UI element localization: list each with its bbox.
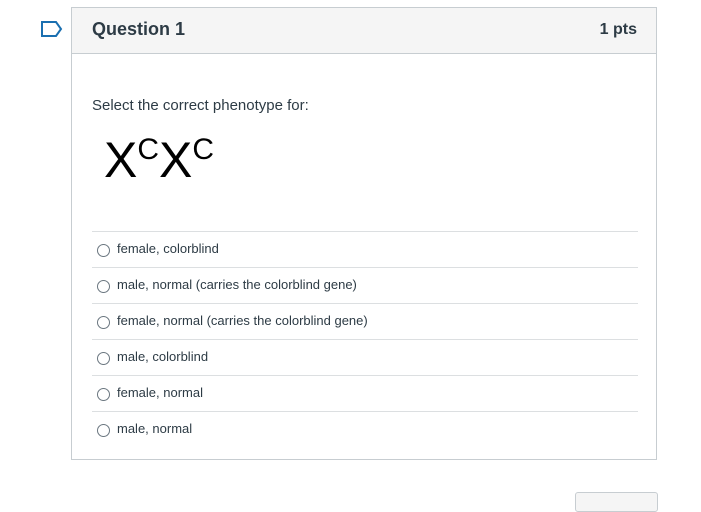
question-points: 1 pts <box>599 21 637 38</box>
question-card: Question 1 1 pts Select the correct phen… <box>71 7 657 460</box>
answer-option[interactable]: male, normal <box>92 411 638 447</box>
allele-1-base: X <box>104 132 138 188</box>
allele-2-base: X <box>159 132 193 188</box>
answer-option[interactable]: female, normal <box>92 375 638 411</box>
radio-button[interactable] <box>97 280 110 293</box>
answer-label[interactable]: male, colorblind <box>117 349 208 364</box>
allele-1-superscript: C <box>137 133 160 166</box>
question-prompt: Select the correct phenotype for: <box>92 97 309 114</box>
answer-label[interactable]: male, normal <box>117 421 192 436</box>
answer-label[interactable]: male, normal (carries the colorblind gen… <box>117 277 357 292</box>
next-button[interactable] <box>575 492 658 512</box>
radio-button[interactable] <box>97 388 110 401</box>
answer-option[interactable]: female, normal (carries the colorblind g… <box>92 303 638 339</box>
answer-list: female, colorblind male, normal (carries… <box>92 231 638 447</box>
answer-option[interactable]: female, colorblind <box>92 231 638 267</box>
answer-label[interactable]: female, colorblind <box>117 241 219 256</box>
answer-option[interactable]: male, colorblind <box>92 339 638 375</box>
genotype-image: XCXC <box>104 130 214 190</box>
answer-label[interactable]: female, normal (carries the colorblind g… <box>117 313 368 328</box>
question-title: Question 1 <box>92 19 186 39</box>
question-header: Question 1 1 pts <box>72 8 656 54</box>
radio-button[interactable] <box>97 244 110 257</box>
allele-2-superscript: C <box>192 133 215 166</box>
radio-button[interactable] <box>97 316 110 329</box>
answer-label[interactable]: female, normal <box>117 385 203 400</box>
answer-option[interactable]: male, normal (carries the colorblind gen… <box>92 267 638 303</box>
radio-button[interactable] <box>97 424 110 437</box>
flag-question-icon[interactable] <box>40 20 64 38</box>
radio-button[interactable] <box>97 352 110 365</box>
